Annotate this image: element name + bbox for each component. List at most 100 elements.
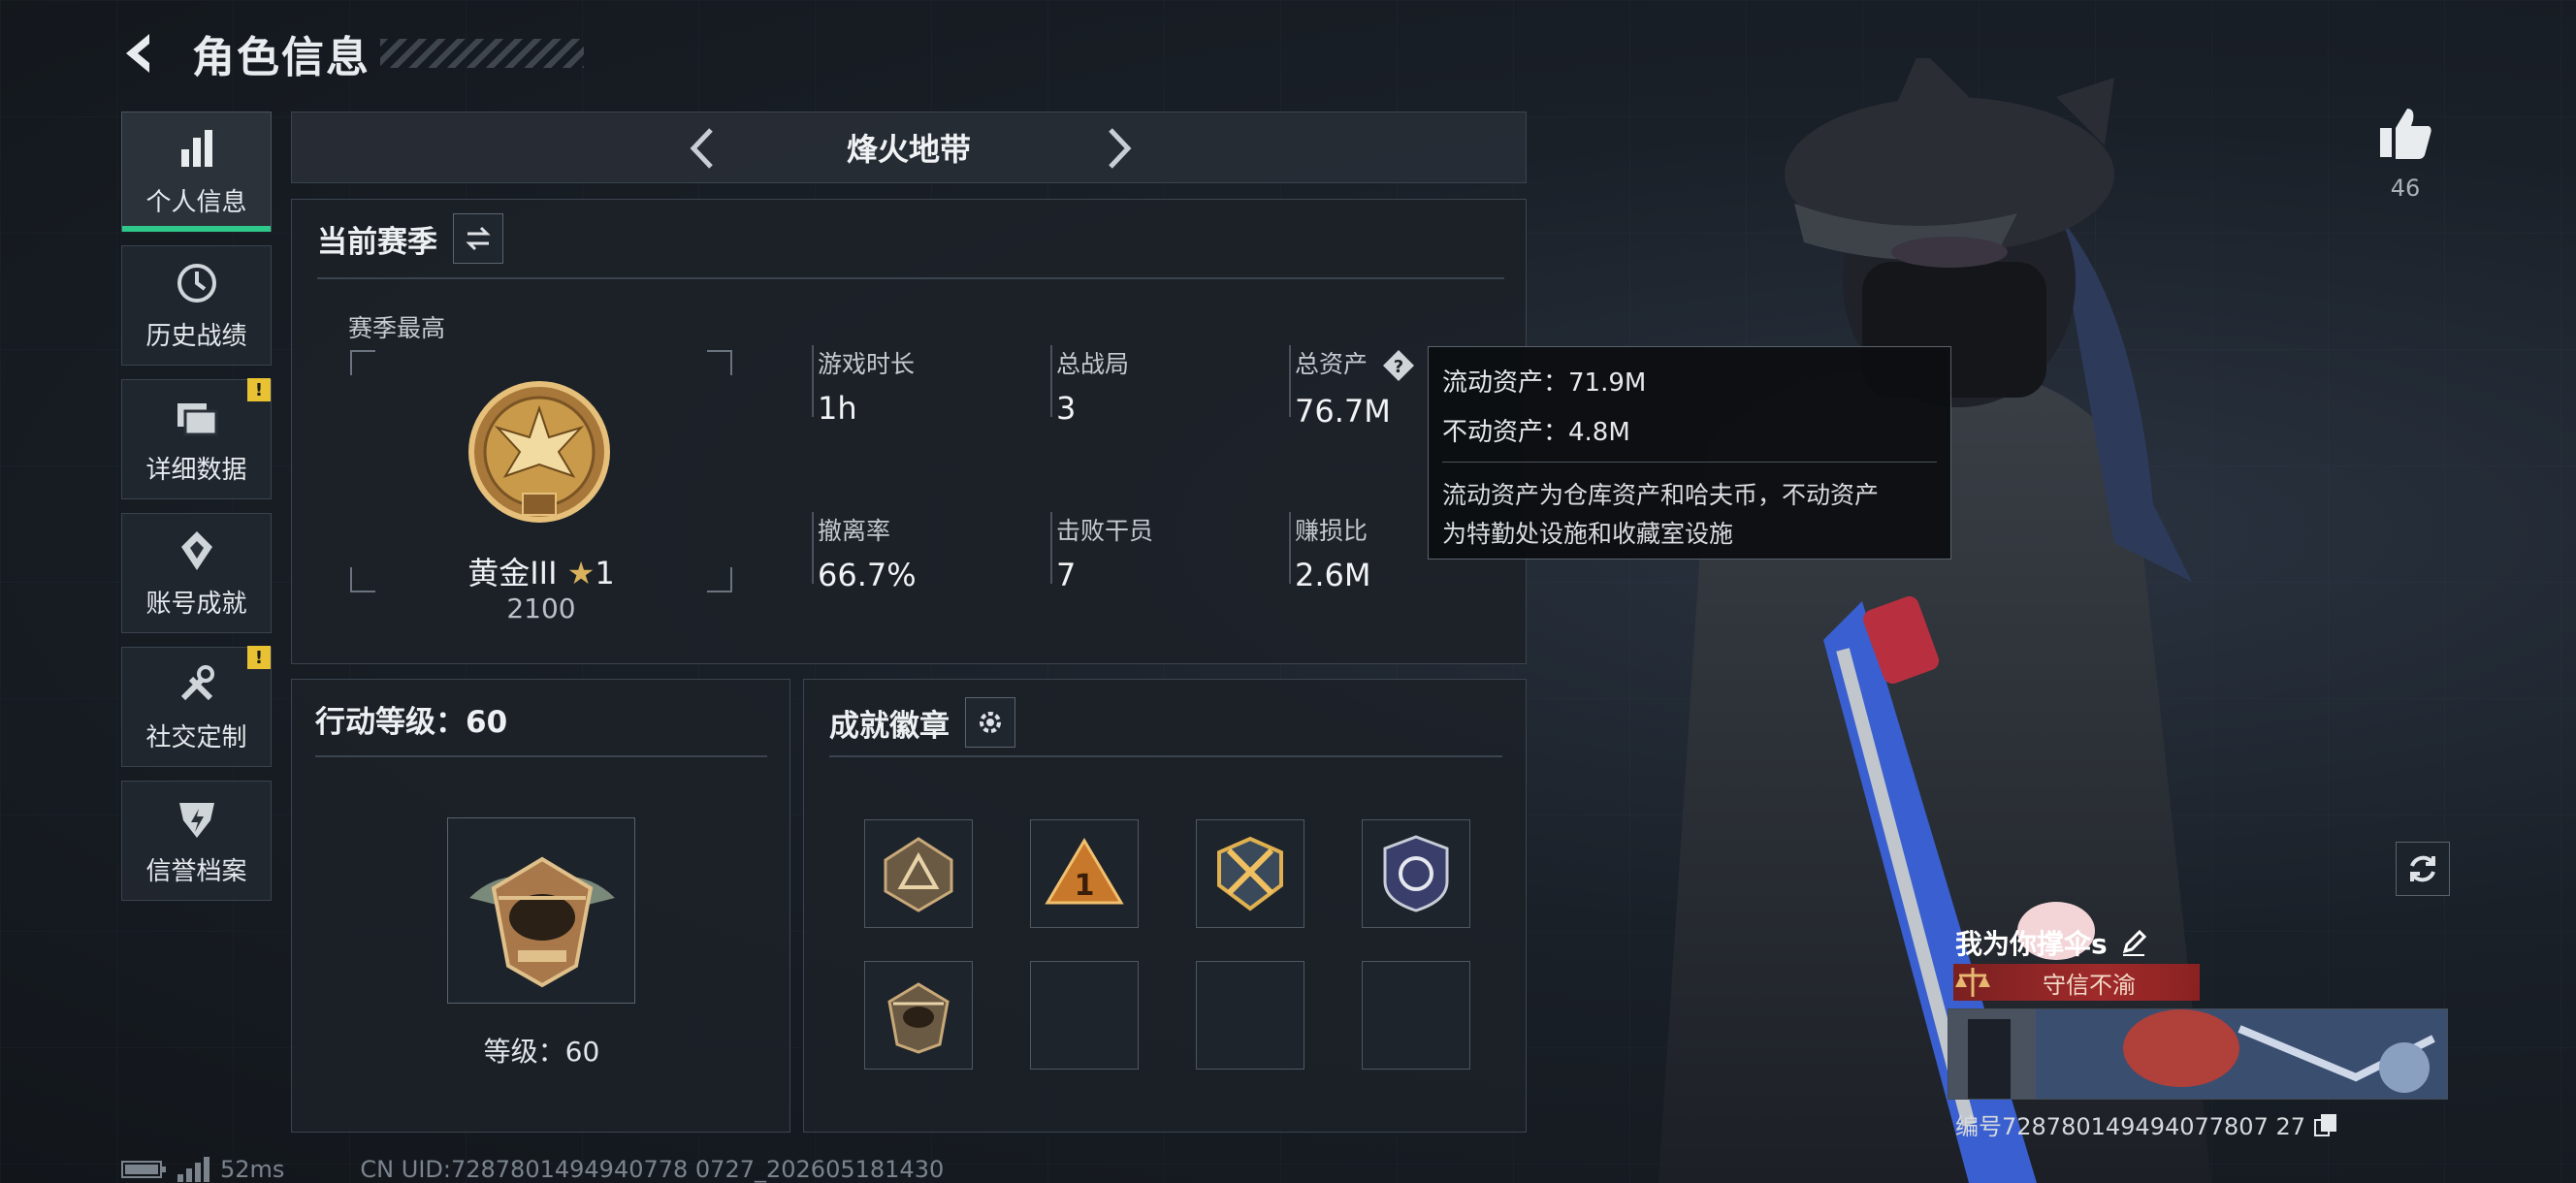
action-level-title: 行动等级：60 xyxy=(315,705,508,740)
badge-slot[interactable]: 1 xyxy=(1030,819,1139,928)
achievement-badges-panel: 成就徽章 1 xyxy=(803,679,1527,1133)
sidebar-item-label: 个人信息 xyxy=(145,187,247,217)
sidebar-item-label: 账号成就 xyxy=(145,589,247,619)
triangle-badge-icon xyxy=(884,837,953,912)
action-level-header: 行动等级：60 xyxy=(315,697,507,741)
assets-tooltip: 流动资产：71.9M 不动资产：4.8M 流动资产为仓库资产和哈夫币，不动资产 … xyxy=(1428,346,1951,560)
badge-slot-empty[interactable] xyxy=(1362,961,1470,1070)
player-name-text: 我为你撑伞s xyxy=(1955,928,2108,960)
section-divider xyxy=(829,755,1502,757)
warning-badge: ! xyxy=(247,646,271,669)
uid-text: CN UID:7287801494940778 0727_20260518143… xyxy=(360,1156,945,1183)
gold-rank-medal-icon xyxy=(468,381,610,523)
page-title: 角色信息 xyxy=(192,33,370,82)
action-level-panel: 行动等级：60 等级：60 xyxy=(291,679,790,1133)
chevron-right-icon[interactable] xyxy=(1093,124,1142,173)
stat-value: 7 xyxy=(1056,557,1077,593)
chevron-left-icon[interactable] xyxy=(680,124,728,173)
player-id-text: 编号728780149494077807 27 xyxy=(1955,1113,2306,1140)
scales-emblem-icon xyxy=(1955,968,1990,997)
achievements-title: 成就徽章 xyxy=(829,708,950,744)
badge-settings-button[interactable] xyxy=(965,697,1015,748)
player-title-text: 守信不渝 xyxy=(2043,971,2136,999)
like-count: 46 xyxy=(2390,175,2421,202)
helicopter-emblem-icon xyxy=(469,856,615,988)
stat-label-text: 总资产 xyxy=(1295,350,1368,378)
sidebar-item-history[interactable]: 历史战绩 xyxy=(121,245,272,366)
stat-profit-ratio: 赚损比 2.6M xyxy=(1289,512,1371,593)
refresh-icon xyxy=(2410,855,2435,882)
stat-label: 撤离率 xyxy=(818,517,891,545)
title-decoration xyxy=(380,39,584,68)
badge-slot-empty[interactable] xyxy=(1030,961,1139,1070)
stat-label: 总资产 ? xyxy=(1295,345,1416,383)
season-best-label: 赛季最高 xyxy=(348,314,446,342)
rank-name: 黄金III ★1 xyxy=(292,549,790,593)
stat-value: 66.7% xyxy=(818,557,917,593)
sidebar-item-reputation[interactable]: 信誉档案 xyxy=(121,781,272,901)
badge-slot[interactable] xyxy=(1196,819,1304,928)
stat-playtime: 游戏时长 1h xyxy=(812,345,915,427)
level-emblem-frame xyxy=(447,817,635,1004)
sidebar-item-label: 历史战绩 xyxy=(145,321,247,351)
level-text: 等级：60 xyxy=(483,1036,600,1068)
achievements-header: 成就徽章 xyxy=(829,697,1015,748)
player-banner[interactable] xyxy=(1948,1008,2448,1100)
stat-value: 3 xyxy=(1056,390,1077,427)
warning-badge: ! xyxy=(247,378,271,401)
badge-slot[interactable] xyxy=(864,961,973,1070)
rotate-model-button[interactable] xyxy=(2396,842,2450,896)
badge-slot[interactable] xyxy=(864,819,973,928)
sidebar-item-label: 信誉档案 xyxy=(145,856,247,886)
sidebar-item-social[interactable]: ! 社交定制 xyxy=(121,646,272,767)
sidebar-item-label: 社交定制 xyxy=(145,722,247,752)
thumbs-up-icon[interactable] xyxy=(2376,105,2434,163)
tooltip-description-line2: 为特勤处设施和收藏室设施 xyxy=(1442,520,1734,548)
mode-title: 烽火地带 xyxy=(846,131,971,168)
section-divider xyxy=(315,755,767,757)
switch-season-button[interactable] xyxy=(453,213,503,264)
current-season-panel: 当前赛季 赛季最高 黄金III ★1 2100 游戏时长 1h 总战局 3 总资… xyxy=(291,199,1527,664)
signal-icon xyxy=(177,1157,209,1182)
rank-stars: 1 xyxy=(595,555,615,592)
stat-matches: 总战局 3 xyxy=(1050,345,1129,427)
section-divider xyxy=(317,277,1504,279)
stat-value: 1h xyxy=(818,390,857,427)
stat-extract-rate: 撤离率 66.7% xyxy=(812,512,917,593)
status-footer: 52ms CN UID:7287801494940778 0727_202605… xyxy=(121,1156,944,1183)
sidebar-item-achievements[interactable]: 账号成就 xyxy=(121,513,272,633)
rank-points: 2100 xyxy=(506,592,576,624)
back-arrow-icon[interactable] xyxy=(116,28,167,79)
svg-text:1: 1 xyxy=(1075,869,1095,903)
police-badge-icon xyxy=(1383,835,1449,912)
clock-icon xyxy=(177,263,216,303)
edit-pen-icon[interactable] xyxy=(2119,928,2148,957)
crossed-arrows-badge-icon xyxy=(1217,836,1283,911)
player-title-badge[interactable]: 守信不渝 xyxy=(1953,964,2200,1001)
ping-text: 52ms xyxy=(220,1156,285,1183)
battery-icon xyxy=(121,1161,166,1178)
sidebar-item-detailed-data[interactable]: ! 详细数据 xyxy=(121,378,272,499)
sidebar-item-personal-info[interactable]: 个人信息 xyxy=(121,112,272,232)
banner-artwork xyxy=(1948,1009,2447,1099)
copy-icon[interactable] xyxy=(2313,1112,2338,1137)
stat-label: 赚损比 xyxy=(1295,517,1368,545)
badge-slot[interactable] xyxy=(1362,819,1470,928)
badge-slot-empty[interactable] xyxy=(1196,961,1304,1070)
number-one-badge-icon: 1 xyxy=(1045,838,1124,905)
shield-icon xyxy=(178,802,214,838)
season-title: 当前赛季 xyxy=(317,224,437,260)
folder-icon xyxy=(177,402,217,435)
tooltip-divider xyxy=(1442,462,1937,463)
player-id: 编号728780149494077807 27 xyxy=(1955,1107,2338,1141)
season-header: 当前赛季 xyxy=(317,213,503,264)
svg-text:?: ? xyxy=(1394,357,1403,377)
gear-icon xyxy=(980,712,1001,733)
stat-label: 击败干员 xyxy=(1056,517,1154,545)
medal-icon xyxy=(180,530,212,570)
swap-icon xyxy=(466,226,491,251)
tooltip-liquid-assets: 流动资产：71.9M xyxy=(1442,368,1647,398)
stat-kills: 击败干员 7 xyxy=(1050,512,1154,593)
stat-total-assets: 总资产 ? 76.7M xyxy=(1289,345,1416,430)
help-icon[interactable]: ? xyxy=(1381,348,1416,383)
